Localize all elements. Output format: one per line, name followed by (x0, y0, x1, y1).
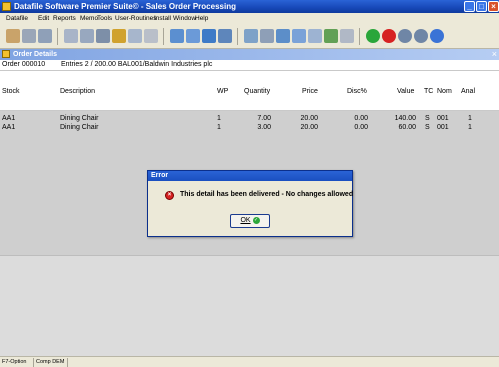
close-button[interactable]: × (488, 1, 499, 12)
order-summary: Order 000010 Entries 2 / 200.00 BAL001/B… (0, 60, 499, 71)
col-description: Description (60, 88, 96, 95)
col-quantity: Quantity (244, 88, 271, 95)
toolbar-separator (237, 28, 238, 45)
menu-install[interactable]: Install (154, 14, 171, 23)
tools-icon[interactable] (112, 29, 126, 43)
form-icon[interactable] (128, 29, 142, 43)
child-title: Order Details (13, 51, 57, 58)
calendar-icon[interactable] (202, 29, 216, 43)
menu-edit[interactable]: Edit (38, 14, 49, 23)
menu-datafile[interactable]: Datafile (6, 14, 28, 23)
col-tc: TC (424, 88, 434, 95)
cut-icon[interactable] (6, 29, 20, 43)
dialog-title: Error (148, 171, 352, 181)
cell-price: 20.00 (300, 124, 318, 131)
status-company: Comp DEM (35, 358, 68, 367)
network-icon[interactable] (260, 29, 274, 43)
col-value: Value (397, 88, 415, 95)
menu-user-routines[interactable]: User-Routines (115, 14, 157, 23)
col-disc: Disc% (347, 88, 367, 95)
copy-icon[interactable] (22, 29, 36, 43)
error-dialog: Error × This detail has been delivered -… (147, 170, 353, 237)
status-bar: F7-Option Comp DEM (0, 356, 499, 367)
forward-icon[interactable] (414, 29, 428, 43)
error-icon: × (165, 191, 174, 200)
cell-description: Dining Chair (60, 124, 99, 131)
document-icon[interactable] (292, 29, 306, 43)
check-icon: ✓ (252, 216, 260, 224)
app-icon (2, 2, 11, 11)
cell-stock: AA1 (2, 124, 16, 131)
col-anal: Anal (461, 88, 476, 95)
export-icon[interactable] (324, 29, 338, 43)
toolbar-separator (163, 28, 164, 45)
minimize-button[interactable]: _ (464, 1, 475, 12)
menu-memo[interactable]: Memo (80, 14, 98, 23)
zoom-icon[interactable] (218, 29, 232, 43)
menubar: Datafile Edit Reports Memo Tools User-Ro… (0, 13, 499, 24)
menu-tools[interactable]: Tools (97, 14, 112, 23)
app-title: Datafile Software Premier Suite© - Sales… (14, 2, 236, 11)
cell-tc: S (425, 124, 430, 131)
window-icon (2, 50, 10, 58)
cell-value: 60.00 (398, 124, 416, 131)
users-icon[interactable] (340, 29, 354, 43)
toolbar (0, 24, 499, 49)
help-icon[interactable] (430, 29, 444, 43)
menu-reports[interactable]: Reports (53, 14, 76, 23)
cell-disc: 0.00 (354, 124, 368, 131)
ok-label: OK (240, 217, 251, 224)
table-row[interactable]: AA1 Dining Chair 1 3.00 20.00 0.00 60.00… (0, 123, 499, 133)
ok-button[interactable]: OK ✓ (230, 214, 270, 228)
detail-pane (0, 255, 499, 356)
notes-icon[interactable] (308, 29, 322, 43)
column-header: Stock Description WP Quantity Price Disc… (0, 71, 499, 111)
col-nom: Nom (437, 88, 452, 95)
accept-icon[interactable] (366, 29, 380, 43)
col-stock: Stock (2, 88, 20, 95)
cell-nom: 001 (437, 124, 449, 131)
order-details-titlebar: Order Details × (0, 49, 499, 60)
menu-window[interactable]: Window (173, 14, 196, 23)
maximize-button[interactable]: □ (476, 1, 487, 12)
ledger-icon[interactable] (170, 29, 184, 43)
cancel-icon[interactable] (382, 29, 396, 43)
toolbar-separator (57, 28, 58, 45)
print-icon[interactable] (96, 29, 110, 43)
status-f7-option: F7-Option (1, 358, 34, 367)
toolbar-separator (359, 28, 360, 45)
chart-icon[interactable] (244, 29, 258, 43)
report-icon[interactable] (80, 29, 94, 43)
order-number: Order 000010 (2, 61, 46, 68)
cell-quantity: 3.00 (257, 124, 271, 131)
cell-wp: 1 (217, 124, 221, 131)
dialog-message: This detail has been delivered - No chan… (180, 191, 354, 198)
col-wp: WP (217, 88, 229, 95)
child-close-icon[interactable]: × (492, 49, 497, 60)
paste-icon[interactable] (38, 29, 52, 43)
cell-anal: 1 (468, 124, 472, 131)
back-icon[interactable] (398, 29, 412, 43)
order-entries: Entries 2 / 200.00 BAL001/Baldwin Indust… (61, 61, 213, 68)
mail-icon[interactable] (276, 29, 290, 43)
app-titlebar: Datafile Software Premier Suite© - Sales… (0, 0, 499, 13)
edit-icon[interactable] (144, 29, 158, 43)
menu-help[interactable]: Help (195, 14, 208, 23)
col-price: Price (302, 88, 318, 95)
book-icon[interactable] (186, 29, 200, 43)
find-icon[interactable] (64, 29, 78, 43)
